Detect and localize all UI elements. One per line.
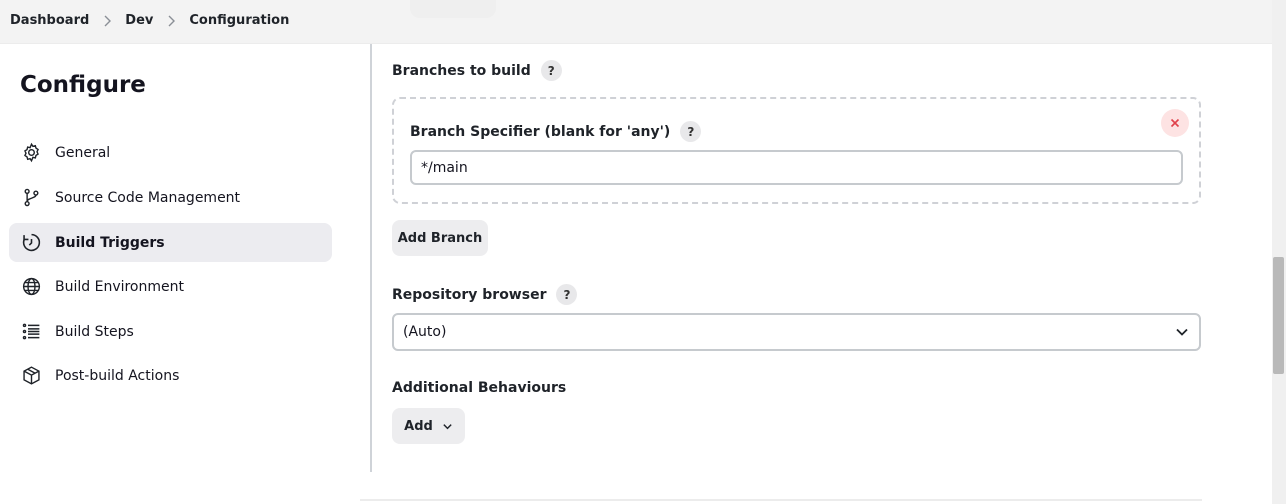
- label-text: Branch Specifier (blank for 'any'): [410, 123, 671, 140]
- scrollbar-thumb[interactable]: [1273, 257, 1284, 374]
- label-text: Branches to build: [392, 62, 531, 79]
- sidebar-item-label: Build Environment: [55, 278, 184, 295]
- chevron-down-icon: [1175, 325, 1189, 343]
- breadcrumb-configuration[interactable]: Configuration: [189, 13, 289, 28]
- chevron-down-icon: [443, 423, 452, 429]
- sidebar-item-post-build-actions[interactable]: Post-build Actions: [9, 356, 332, 395]
- label-text: Repository browser: [392, 286, 547, 303]
- label-text: Additional Behaviours: [392, 380, 567, 396]
- globe-icon: [21, 276, 42, 297]
- sidebar-item-label: General: [55, 144, 111, 161]
- sidebar-item-build-triggers[interactable]: Build Triggers: [9, 223, 332, 262]
- help-icon[interactable]: ?: [540, 60, 562, 81]
- sidebar-item-source-code-management[interactable]: Source Code Management: [9, 178, 332, 217]
- help-icon[interactable]: ?: [680, 121, 702, 142]
- top-bar: Dashboard Dev Configuration: [0, 0, 1272, 44]
- sidebar-item-build-steps[interactable]: Build Steps: [9, 312, 332, 351]
- section-bottom-border: [360, 499, 1202, 501]
- add-branch-button[interactable]: Add Branch: [392, 220, 488, 256]
- breadcrumb: Dashboard Dev Configuration: [10, 13, 289, 28]
- sidebar-item-build-environment[interactable]: Build Environment: [9, 267, 332, 306]
- additional-behaviours-label: Additional Behaviours: [392, 380, 566, 396]
- repository-browser-select[interactable]: (Auto): [392, 313, 1201, 351]
- sidebar: Configure General Source Code Management…: [0, 44, 370, 504]
- section-divider: [370, 44, 372, 472]
- gear-icon: [21, 142, 42, 163]
- branch-icon: [21, 187, 42, 208]
- repository-browser-label: Repository browser ?: [392, 284, 578, 305]
- button-label: Add: [404, 418, 433, 434]
- sidebar-item-general[interactable]: General: [9, 133, 332, 172]
- partially-hidden-button: [410, 0, 496, 18]
- page-title: Configure: [20, 72, 146, 98]
- sidebar-item-label: Post-build Actions: [55, 367, 180, 384]
- close-icon: [1170, 118, 1180, 128]
- help-icon[interactable]: ?: [556, 284, 578, 305]
- sidebar-item-label: Source Code Management: [55, 189, 241, 206]
- branch-specifier-label: Branch Specifier (blank for 'any') ?: [410, 121, 702, 142]
- package-icon: [21, 365, 42, 386]
- chevron-right-icon: [153, 13, 189, 28]
- branches-to-build-label: Branches to build ?: [392, 60, 562, 81]
- scrollbar-track[interactable]: [1272, 0, 1286, 504]
- breadcrumb-dev[interactable]: Dev: [125, 13, 153, 28]
- breadcrumb-dashboard[interactable]: Dashboard: [10, 13, 89, 28]
- list-icon: [21, 321, 42, 342]
- clock-icon: [21, 232, 42, 253]
- delete-branch-button[interactable]: [1161, 109, 1189, 137]
- select-value: (Auto): [403, 324, 447, 340]
- add-behaviour-button[interactable]: Add: [392, 408, 465, 444]
- sidebar-item-label: Build Steps: [55, 323, 134, 340]
- branch-specifier-input[interactable]: [410, 150, 1183, 185]
- chevron-right-icon: [89, 13, 125, 28]
- sidebar-item-label: Build Triggers: [55, 234, 165, 251]
